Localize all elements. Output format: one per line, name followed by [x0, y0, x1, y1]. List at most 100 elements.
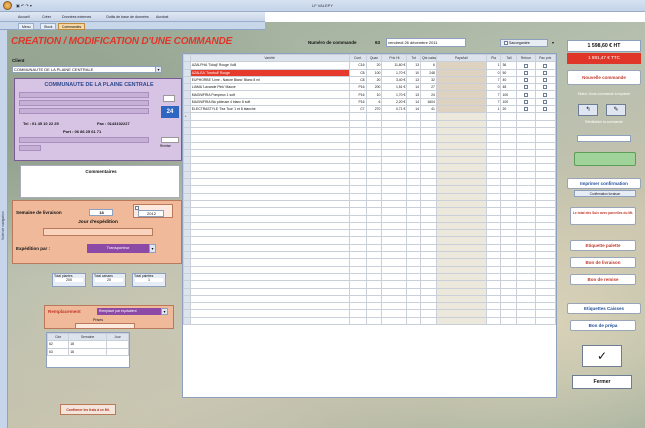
empty-cell[interactable]	[435, 192, 487, 201]
table-cell[interactable]: 100	[365, 68, 383, 77]
empty-cell[interactable]	[348, 236, 367, 245]
empty-cell[interactable]	[534, 287, 556, 296]
empty-cell[interactable]	[381, 178, 408, 187]
green-toggle[interactable]	[574, 152, 636, 166]
empty-cell[interactable]	[189, 207, 350, 216]
empty-cell[interactable]	[419, 141, 437, 150]
checkbox[interactable]	[523, 78, 528, 83]
return-checkbox[interactable]	[516, 97, 536, 107]
row-selector[interactable]	[183, 61, 191, 70]
empty-cell[interactable]	[381, 156, 408, 165]
empty-cell[interactable]	[500, 272, 518, 282]
table-cell[interactable]: 36	[500, 61, 518, 70]
empty-cell[interactable]	[348, 214, 367, 223]
empty-cell[interactable]	[534, 243, 556, 253]
empty-cell[interactable]	[534, 221, 556, 231]
row-selector[interactable]	[183, 185, 191, 194]
table-row[interactable]	[183, 229, 556, 238]
empty-cell[interactable]	[189, 294, 350, 304]
table-row[interactable]	[183, 214, 556, 223]
empty-cell[interactable]	[485, 156, 502, 165]
checkbox[interactable]	[543, 70, 548, 75]
empty-cell[interactable]	[516, 294, 536, 304]
table-cell[interactable]: P16	[348, 90, 367, 99]
delivery-note-button[interactable]: Bon de livraison	[570, 257, 636, 268]
empty-cell[interactable]	[516, 236, 536, 245]
empty-cell[interactable]	[365, 134, 383, 143]
empty-cell[interactable]	[189, 243, 350, 253]
empty-cell[interactable]	[189, 185, 350, 194]
price-checkbox[interactable]	[534, 97, 556, 107]
table-row[interactable]	[183, 243, 556, 253]
empty-cell[interactable]	[435, 148, 487, 158]
empty-cell[interactable]	[381, 214, 408, 223]
empty-cell[interactable]	[534, 148, 556, 158]
empty-cell[interactable]	[435, 309, 487, 318]
table-row[interactable]	[183, 119, 556, 128]
empty-cell[interactable]	[348, 192, 367, 201]
row-selector[interactable]	[183, 236, 191, 245]
table-cell[interactable]: 0,71 €	[381, 105, 408, 114]
row-selector[interactable]	[183, 214, 191, 223]
empty-cell[interactable]	[406, 316, 421, 326]
empty-cell[interactable]	[365, 192, 383, 201]
table-cell[interactable]: 11,60 €	[381, 61, 408, 70]
empty-cell[interactable]	[348, 287, 367, 296]
doc-tab-commandes[interactable]: Commandes	[58, 23, 86, 30]
new-order-button[interactable]: Nouvelle commande	[567, 70, 641, 85]
table-cell[interactable]: 14	[406, 83, 421, 92]
order-date[interactable]: vendredi 26 décembre 2011	[386, 38, 466, 47]
empty-cell[interactable]	[485, 214, 502, 223]
table-cell[interactable]: 1604	[419, 97, 437, 107]
empty-cell[interactable]	[419, 178, 437, 187]
table-row[interactable]	[183, 309, 556, 318]
empty-cell[interactable]	[435, 134, 487, 143]
pallet-label-button[interactable]: Etiquette palette	[570, 240, 636, 251]
empty-cell[interactable]	[189, 229, 350, 238]
empty-cell[interactable]	[485, 229, 502, 238]
empty-cell[interactable]	[534, 112, 556, 121]
empty-cell[interactable]	[189, 302, 350, 311]
table-cell[interactable]: LIAMA 'Lavande Pink' Mauve	[189, 83, 350, 92]
client-remise-field[interactable]	[161, 137, 179, 143]
row-selector[interactable]	[183, 178, 191, 187]
row-selector[interactable]	[183, 272, 191, 282]
empty-cell[interactable]	[365, 156, 383, 165]
empty-cell[interactable]	[381, 148, 408, 158]
table-cell[interactable]: 1,51 €	[381, 83, 408, 92]
empty-cell[interactable]	[500, 170, 518, 180]
empty-cell[interactable]	[381, 265, 408, 274]
empty-cell[interactable]	[485, 272, 502, 282]
empty-cell[interactable]	[516, 148, 536, 158]
table-row[interactable]: LIAMA 'Lavande Pink' Mauve P16 200 1,51 €14…	[183, 83, 556, 92]
empty-cell[interactable]	[189, 156, 350, 165]
table-cell[interactable]	[435, 97, 487, 107]
empty-cell[interactable]	[485, 221, 502, 231]
empty-cell[interactable]	[534, 214, 556, 223]
empty-cell[interactable]	[485, 170, 502, 180]
empty-cell[interactable]	[435, 302, 487, 311]
table-row[interactable]	[183, 250, 556, 260]
empty-cell[interactable]	[485, 192, 502, 201]
empty-cell[interactable]	[435, 272, 487, 282]
empty-cell[interactable]	[381, 294, 408, 304]
empty-cell[interactable]	[189, 163, 350, 172]
table-cell[interactable]	[435, 105, 487, 114]
empty-cell[interactable]	[485, 141, 502, 150]
table-cell[interactable]	[435, 61, 487, 70]
table-cell[interactable]: ELECTRASTYLE 'Tea Tour' 1 et 8 blanche	[189, 105, 350, 114]
row-selector[interactable]	[183, 302, 191, 311]
checkbox[interactable]	[523, 100, 528, 105]
empty-cell[interactable]	[500, 302, 518, 311]
empty-cell[interactable]	[419, 170, 437, 180]
price-checkbox[interactable]	[534, 68, 556, 77]
empty-cell[interactable]	[485, 119, 502, 128]
empty-cell[interactable]	[365, 265, 383, 274]
empty-cell[interactable]	[189, 236, 350, 245]
table-row[interactable]: 62 18	[46, 340, 130, 349]
empty-cell[interactable]	[406, 207, 421, 216]
empty-cell[interactable]	[534, 316, 556, 326]
empty-cell[interactable]	[348, 119, 367, 128]
return-checkbox[interactable]	[516, 90, 536, 99]
empty-cell[interactable]	[189, 316, 350, 326]
